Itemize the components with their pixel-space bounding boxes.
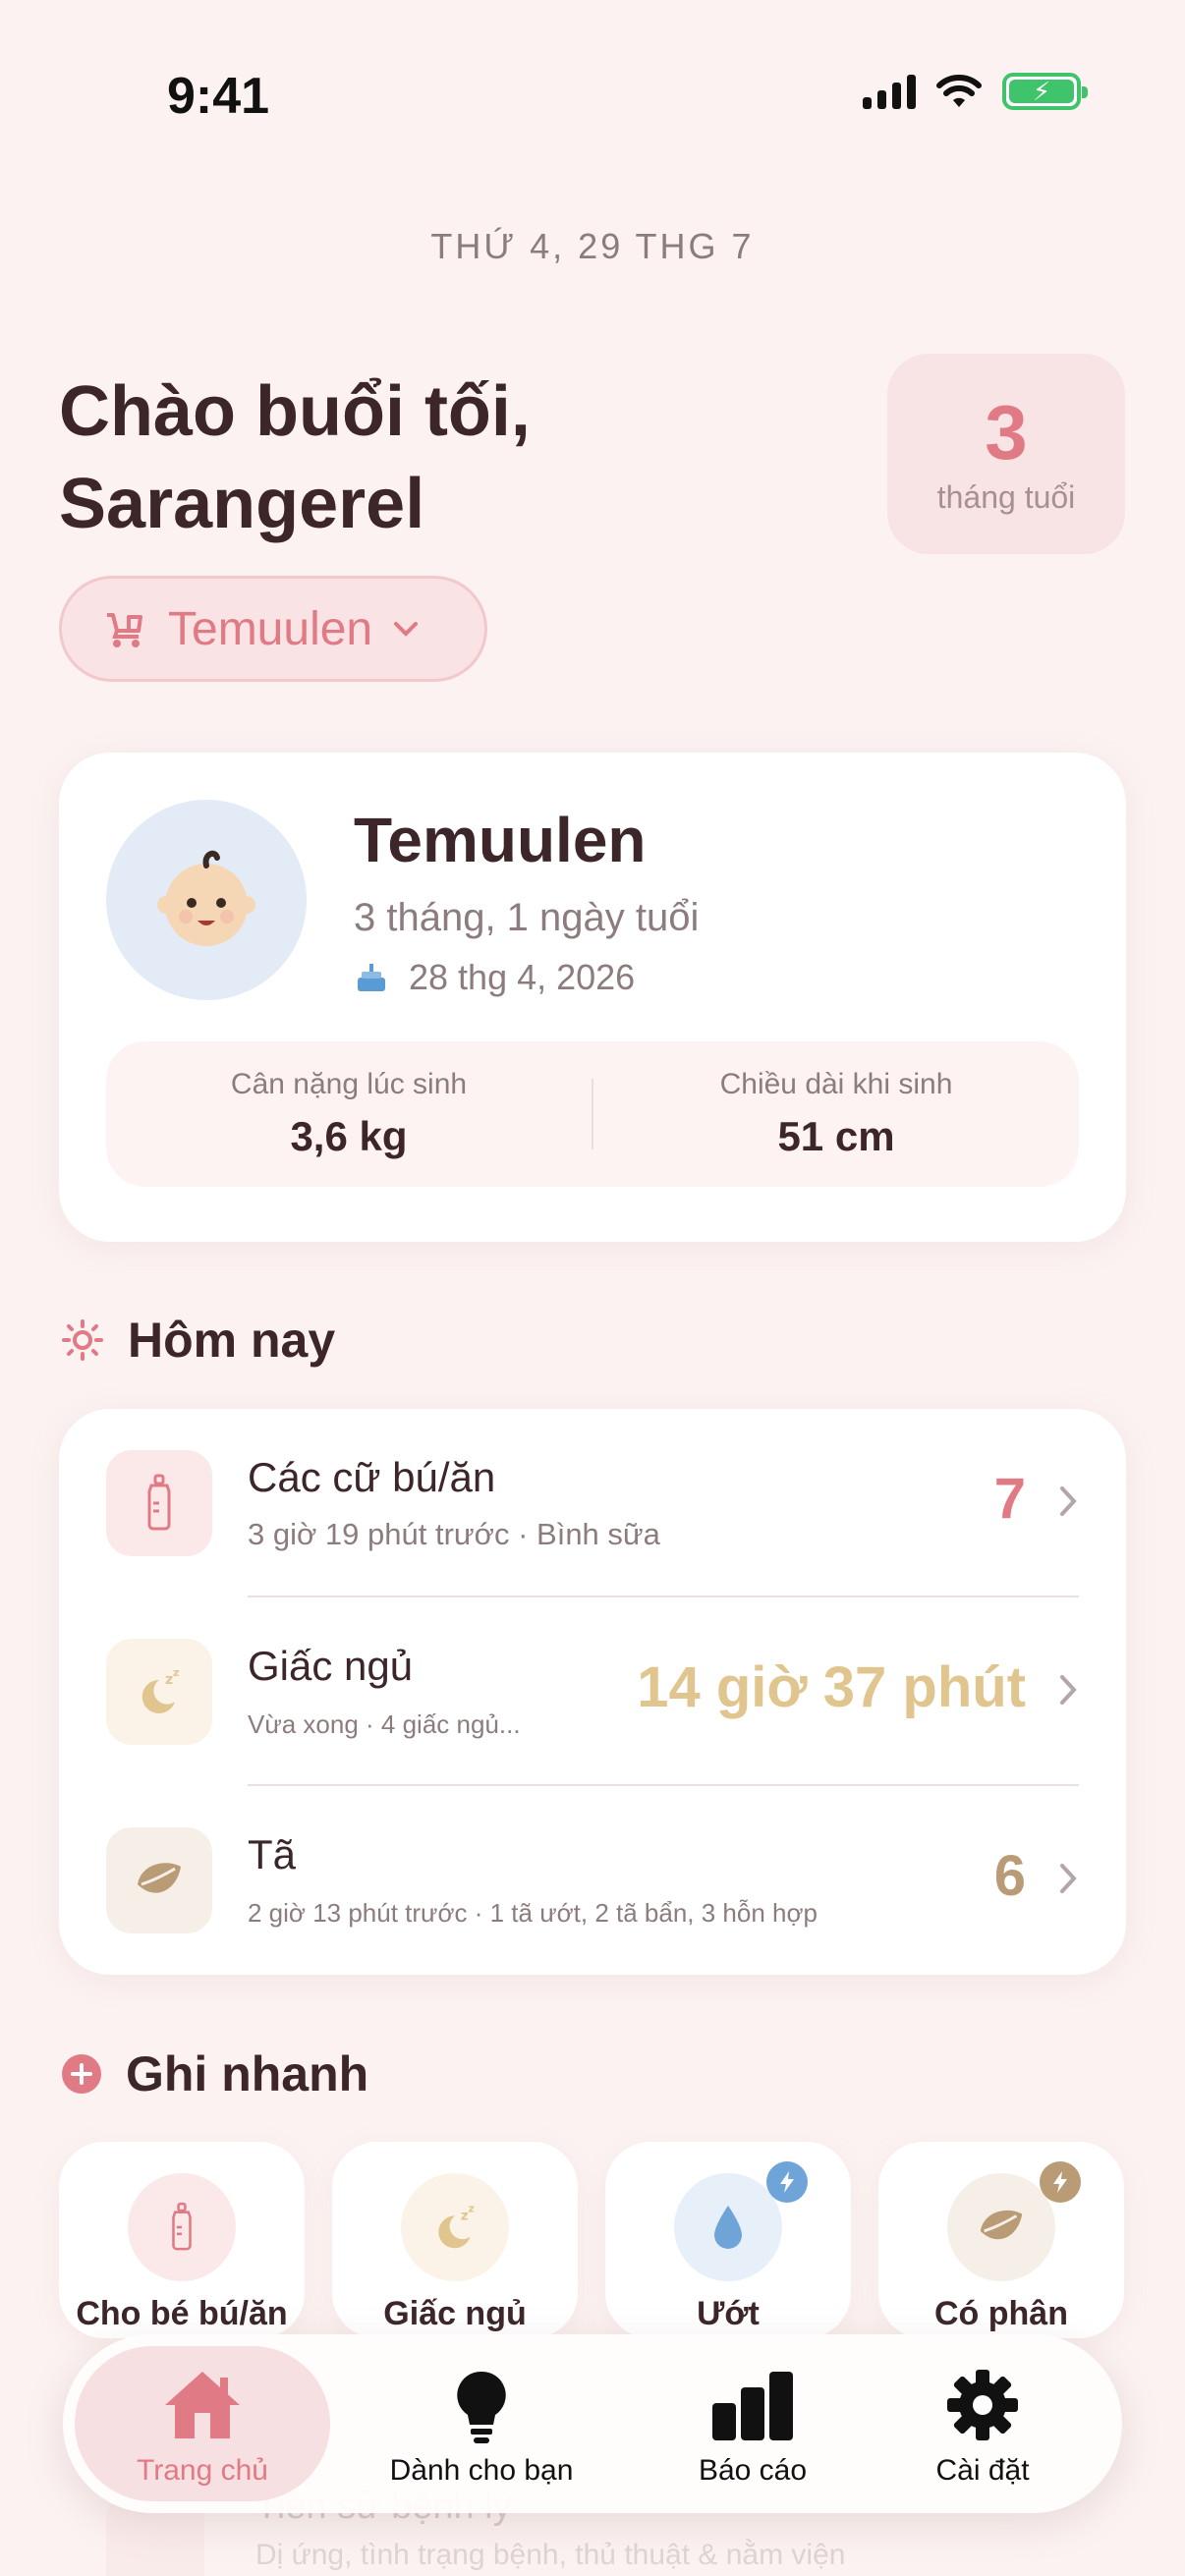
today-card: Các cữ bú/ăn 3 giờ 19 phút trước · Bình …	[59, 1409, 1126, 1975]
leaf-icon	[106, 1827, 212, 1933]
today-header: Hôm nay	[61, 1312, 335, 1369]
moon-icon: z z	[106, 1639, 212, 1745]
birth-stats: Cân nặng lúc sinh 3,6 kg Chiều dài khi s…	[106, 1041, 1079, 1187]
tab-settings-label: Cài đặt	[935, 2454, 1030, 2487]
gear-icon	[855, 2368, 1110, 2442]
diaper-subtitle: 2 giờ 13 phút trước · 1 tã ướt, 2 tã bẩn…	[248, 1898, 818, 1928]
greeting-title: Chào buổi tối, Sarangerel	[59, 372, 531, 543]
tab-reports[interactable]: Báo cáo	[625, 2346, 880, 2501]
quick-log-header: Ghi nhanh	[61, 2045, 368, 2102]
sleep-title: Giấc ngủ	[248, 1643, 414, 1689]
profile-name: Temuulen	[354, 805, 647, 875]
quick-feed-button[interactable]: Cho bé bú/ăn	[59, 2142, 305, 2338]
tab-for-you-label: Dành cho bạn	[389, 2454, 574, 2487]
wifi-icon	[936, 75, 982, 107]
bottle-icon	[106, 1450, 212, 1556]
feeding-title: Các cữ bú/ăn	[248, 1454, 496, 1500]
quick-sleep-label: Giấc ngủ	[383, 2295, 527, 2332]
feeding-subtitle: 3 giờ 19 phút trước · Bình sữa	[248, 1517, 660, 1551]
diaper-row[interactable]: Tã 2 giờ 13 phút trước · 1 tã ướt, 2 tã …	[59, 1786, 1126, 1975]
profile-age: 3 tháng, 1 ngày tuổi	[354, 896, 700, 939]
quick-log-title: Ghi nhanh	[126, 2046, 369, 2101]
birth-weight-value: 3,6 kg	[290, 1113, 408, 1159]
quick-wet-label: Ướt	[697, 2295, 760, 2332]
birth-length-value: 51 cm	[777, 1113, 895, 1159]
bolt-icon	[766, 2161, 808, 2203]
tab-reports-label: Báo cáo	[698, 2454, 808, 2487]
bolt-icon	[1040, 2161, 1081, 2203]
battery-icon: ⚡	[1002, 73, 1088, 110]
date-label: THỨ 4, 29 THG 7	[430, 226, 755, 266]
child-name: Temuulen	[168, 602, 373, 655]
stroller-icon	[107, 613, 142, 647]
sun-icon	[62, 1319, 103, 1361]
tab-for-you[interactable]: Dành cho bạn	[354, 2346, 609, 2501]
chevron-right-icon	[1060, 1486, 1077, 1516]
sleep-subtitle: Vừa xong · 4 giấc ngủ...	[248, 1709, 521, 1739]
birth-length: Chiều dài khi sinh 51 cm	[593, 1068, 1079, 1160]
moon-icon: z z	[401, 2173, 509, 2281]
sleep-row[interactable]: z z Giấc ngủ Vừa xong · 4 giấc ngủ... 14…	[59, 1597, 1126, 1786]
quick-dirty-button[interactable]: Có phân	[878, 2142, 1124, 2338]
profile-birthday: 28 thg 4, 2026	[354, 957, 635, 998]
quick-sleep-button[interactable]: z z Giấc ngủ	[332, 2142, 578, 2338]
quick-wet-button[interactable]: Ướt	[605, 2142, 851, 2338]
tab-bar: Trang chủ Dành cho bạn Báo cáo Cài đặt	[63, 2334, 1122, 2513]
today-title: Hôm nay	[128, 1313, 336, 1368]
diaper-count: 6	[993, 1844, 1026, 1908]
medical-history-subtitle: Dị ứng, tình trạng bệnh, thủ thuật & nằm…	[255, 2539, 846, 2571]
sleep-total: 14 giờ 37 phút	[637, 1655, 1026, 1719]
chevron-right-icon	[1060, 1675, 1077, 1705]
age-badge: 3 tháng tuổi	[887, 354, 1125, 554]
cake-icon	[358, 964, 385, 991]
baby-avatar	[106, 800, 307, 1000]
lightbulb-icon	[354, 2368, 609, 2446]
age-unit: tháng tuổi	[936, 479, 1076, 515]
quick-dirty-label: Có phân	[934, 2295, 1068, 2332]
feeding-row[interactable]: Các cữ bú/ăn 3 giờ 19 phút trước · Bình …	[59, 1409, 1126, 1597]
chevron-down-icon	[394, 622, 419, 637]
profile-card[interactable]: Temuulen 3 tháng, 1 ngày tuổi 28 thg 4, …	[59, 753, 1126, 1242]
chevron-right-icon	[1060, 1864, 1077, 1893]
age-number: 3	[985, 389, 1028, 476]
house-icon	[75, 2368, 330, 2442]
svg-text:z: z	[173, 1666, 179, 1679]
birth-length-label: Chiều dài khi sinh	[719, 1068, 953, 1100]
quick-feed-label: Cho bé bú/ăn	[76, 2295, 288, 2332]
birth-weight-label: Cân nặng lúc sinh	[230, 1068, 468, 1100]
leaf-icon	[947, 2173, 1055, 2281]
birth-weight: Cân nặng lúc sinh 3,6 kg	[106, 1068, 592, 1160]
chart-icon	[625, 2368, 880, 2442]
child-selector[interactable]: Temuulen	[59, 576, 487, 682]
tab-home-label: Trang chủ	[137, 2454, 268, 2487]
baby-face-icon	[157, 850, 255, 946]
svg-text:z: z	[469, 2203, 475, 2215]
tab-settings[interactable]: Cài đặt	[855, 2346, 1110, 2501]
plus-circle-icon	[62, 2054, 101, 2094]
svg-text:z: z	[165, 1672, 173, 1688]
feeding-count: 7	[993, 1467, 1026, 1531]
birthday-text: 28 thg 4, 2026	[409, 957, 636, 997]
signal-icon	[863, 74, 916, 109]
droplet-icon	[674, 2173, 782, 2281]
bottle-icon	[128, 2173, 236, 2281]
diaper-title: Tã	[248, 1831, 297, 1877]
tab-home[interactable]: Trang chủ	[75, 2346, 330, 2501]
status-time: 9:41	[167, 68, 270, 125]
status-icons: ⚡	[863, 73, 1088, 110]
